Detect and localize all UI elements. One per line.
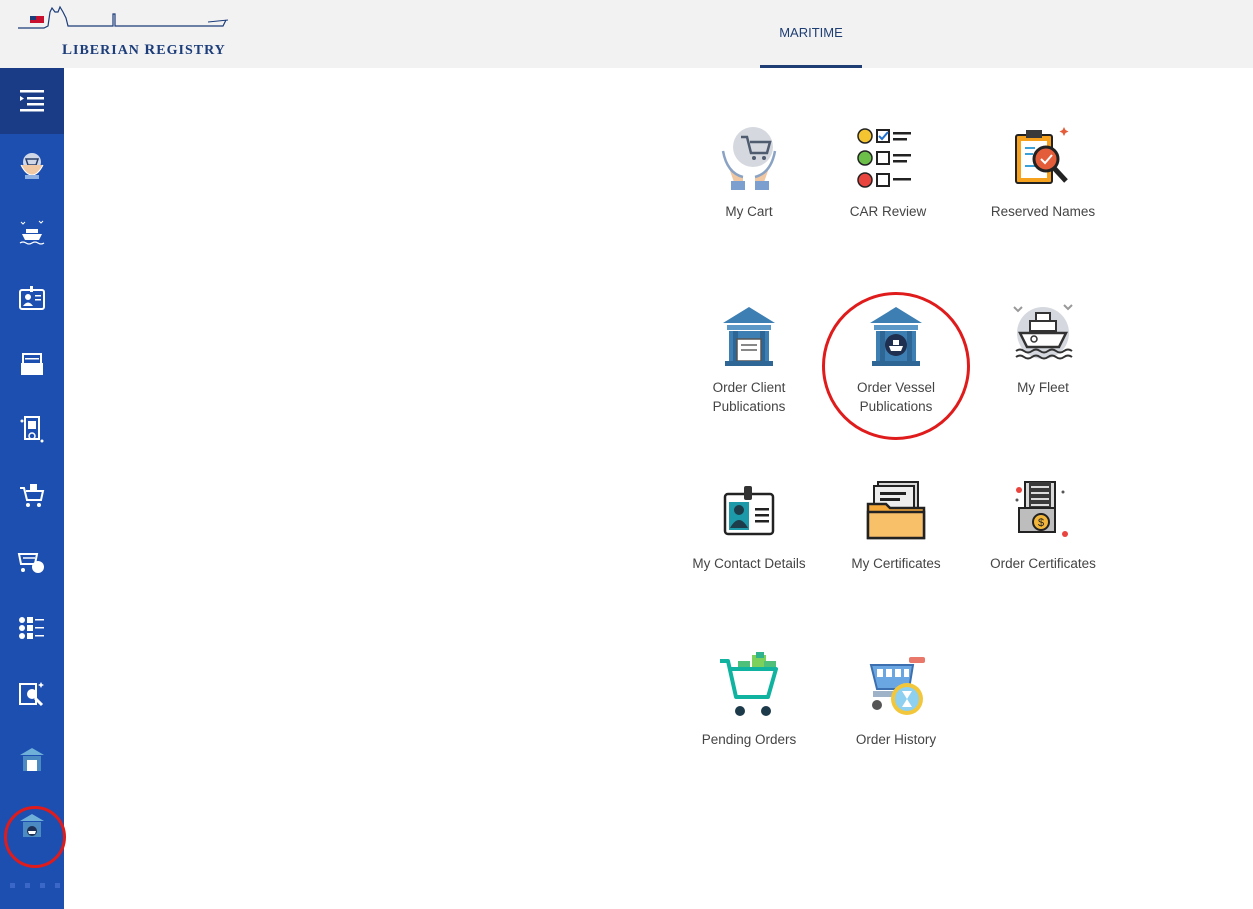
tile-my-fleet[interactable]: My Fleet — [978, 294, 1108, 397]
tile-label: My Cart — [725, 204, 773, 219]
tile-my-certificates[interactable]: My Certificates — [831, 470, 961, 573]
tile-reserved-names[interactable]: Reserved Names — [978, 118, 1108, 221]
reserved-names-icon — [1015, 127, 1069, 184]
order-history-icon — [869, 657, 925, 715]
sidebar-item-my-cart[interactable] — [0, 136, 64, 196]
annotation-circle-order-vessel — [822, 292, 970, 440]
sidebar-toggle[interactable] — [0, 68, 64, 134]
certificates-folder-icon — [21, 353, 43, 375]
sidebar-item-order-history[interactable] — [0, 532, 64, 592]
tile-pending-orders[interactable]: Pending Orders — [684, 646, 814, 749]
fleet-ship-icon — [1013, 304, 1073, 360]
liberian-registry-logo[interactable]: LIBERIAN REGISTRY — [18, 4, 233, 60]
sidebar-item-order-certificates[interactable] — [0, 400, 64, 460]
sidebar-item-reserved-names[interactable] — [0, 664, 64, 724]
tile-label-line1: Order Client — [712, 380, 786, 395]
pending-cart-icon — [20, 484, 45, 507]
pending-cart-icon — [720, 652, 778, 716]
tile-label: Reserved Names — [990, 204, 1096, 219]
certificates-folder-icon — [866, 481, 926, 540]
sidebar-item-my-certificates[interactable] — [0, 334, 64, 394]
tile-label: My Certificates — [851, 556, 941, 571]
cart-hands-icon — [721, 127, 777, 190]
fleet-ship-icon — [19, 220, 45, 245]
sidebar — [0, 68, 64, 909]
sidebar-item-client-publications[interactable] — [0, 730, 64, 790]
client-publications-icon — [20, 748, 44, 771]
order-certificates-icon — [20, 416, 44, 443]
tile-label: Order History — [855, 732, 937, 747]
cart-hands-icon — [20, 153, 44, 179]
contact-card-icon — [723, 486, 775, 536]
logo-wordmark: LIBERIAN REGISTRY — [62, 42, 226, 58]
tile-my-contact-details[interactable]: My Contact Details — [684, 470, 814, 573]
tile-car-review[interactable]: CAR Review — [823, 118, 953, 221]
tile-label-line2: Publications — [712, 399, 786, 414]
order-certificates-icon: $ — [1015, 481, 1068, 537]
sidebar-item-car-review[interactable] — [0, 598, 64, 658]
car-review-icon — [857, 128, 911, 188]
reserved-names-icon — [19, 682, 44, 707]
car-review-icon — [19, 617, 44, 639]
tab-maritime[interactable]: MARITIME — [760, 0, 862, 68]
tile-label: Pending Orders — [701, 732, 797, 747]
tile-my-cart[interactable]: My Cart — [684, 118, 814, 221]
tile-label: Order Client Publications — [684, 378, 814, 416]
tile-order-certificates[interactable]: $ Order Certificates — [978, 470, 1108, 573]
top-header: LIBERIAN REGISTRY MARITIME — [0, 0, 1253, 68]
tile-order-history[interactable]: Order History — [831, 646, 961, 749]
contact-card-icon — [19, 286, 45, 310]
svg-text:$: $ — [1038, 517, 1044, 529]
annotation-circle-sidebar — [4, 806, 66, 868]
tile-label: My Contact Details — [692, 556, 806, 571]
tile-label: Order Certificates — [990, 556, 1096, 571]
tile-label: CAR Review — [849, 204, 927, 219]
menu-toggle-icon[interactable] — [0, 71, 64, 131]
skyline-logo-icon — [18, 5, 229, 29]
sidebar-item-pending-orders[interactable] — [0, 466, 64, 526]
sidebar-more-dots[interactable] — [10, 883, 60, 888]
tile-order-client-publications[interactable]: Order Client Publications — [684, 294, 814, 416]
order-history-icon — [17, 553, 44, 573]
sidebar-item-contact-details[interactable] — [0, 268, 64, 328]
tile-label: My Fleet — [1017, 380, 1069, 395]
client-publications-icon — [723, 307, 775, 366]
sidebar-item-my-fleet[interactable] — [0, 202, 64, 262]
